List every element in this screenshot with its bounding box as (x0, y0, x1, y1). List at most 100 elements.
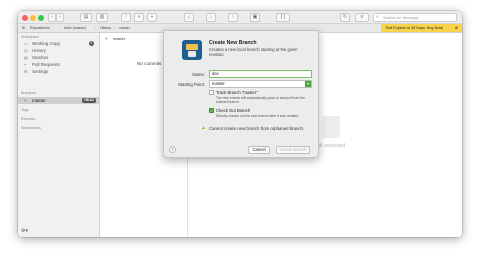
push-icon: ↑ (231, 14, 235, 20)
breadcrumb-repo[interactable]: hello (master) (64, 24, 86, 32)
commit-icon: ↑ (124, 14, 128, 20)
code-button[interactable]: { } (276, 13, 290, 22)
pull-icon: ↓ (209, 14, 213, 20)
track-branch-description: The new branch will automatically push t… (216, 96, 305, 105)
columns-icon: ▥ (99, 14, 105, 20)
starting-point-select[interactable]: master ▾ (209, 80, 312, 88)
branch-icon: ⑂ (24, 98, 27, 103)
settings-gear-icon[interactable]: ⚙▾ (21, 228, 28, 234)
zoom-window-button[interactable] (38, 14, 44, 21)
breadcrumb-branch[interactable]: master (119, 24, 130, 32)
branch-name-field[interactable]: dev (209, 70, 312, 78)
sidebar-item-stashes[interactable]: ▤ Stashes (24, 54, 100, 61)
sidebar-item-label: Pull Requests (32, 62, 60, 67)
box-icon: ▤ (24, 55, 28, 60)
sidebar: Workspace ▭ Working Copy 5 ◷ History ▤ Stas… (18, 33, 100, 237)
checkmark-icon: ✓ (210, 108, 214, 113)
starting-point-value: master (212, 81, 225, 86)
sidebar-item-working-copy[interactable]: ▭ Working Copy 5 (24, 40, 100, 47)
help-button[interactable]: ? (169, 146, 176, 153)
chevron-right-icon: › (114, 26, 116, 30)
breadcrumb-repositories[interactable]: Repositories (30, 24, 50, 32)
push-button[interactable]: ↑ (228, 13, 238, 22)
empty-list-text: No commits (137, 61, 162, 66)
create-branch-button[interactable]: Create Branch (276, 146, 310, 154)
pull-button[interactable]: ↓ (206, 13, 216, 22)
create-branch-label: Create Branch (279, 147, 307, 152)
filter-icon: ≡ (360, 14, 364, 20)
list-header: master (113, 36, 126, 41)
change-count-badge: 5 (89, 41, 94, 46)
sidebar-item-label: master (32, 98, 46, 103)
name-label: Name: (192, 72, 205, 77)
warning-text: Cannot create new branch from orphaned b… (209, 126, 305, 131)
starting-point-label: Starting Point: (178, 82, 205, 87)
branch-button[interactable]: ⑂ (134, 13, 144, 22)
sidebar-item-label: Stashes (32, 55, 49, 60)
branch-icon: ⑂ (137, 14, 141, 20)
sidebar-item-master[interactable]: ⑂ master HEAD (18, 97, 99, 104)
code-icon: { } (280, 14, 286, 20)
document-icon (322, 116, 340, 138)
chevron-left-icon: ‹ (51, 14, 53, 20)
stash-icon: ▣ (252, 14, 258, 20)
merge-icon: ⑃ (150, 14, 154, 20)
sidebar-item-label: Working Copy (32, 41, 61, 46)
help-label: ? (171, 147, 174, 152)
repositories-icon: ⊞ (22, 26, 26, 30)
close-window-button[interactable] (22, 14, 28, 21)
back-button[interactable]: ‹ (48, 13, 56, 22)
checkout-branch-label: Check Out Branch (216, 108, 251, 113)
sidebar-icon: ▤ (83, 14, 89, 20)
commit-button[interactable]: ↑ (121, 13, 131, 22)
search-input[interactable]: ⌕ Search for Message (373, 13, 457, 22)
sidebar-toggle-button[interactable]: ▤ (80, 13, 92, 22)
sidebar-header-submodules: Submodules (21, 126, 41, 130)
sidebar-item-pull-requests[interactable]: ⑂ Pull Requests (24, 61, 100, 68)
warning-icon: ▲ (201, 125, 206, 131)
sidebar-item-history[interactable]: ◷ History (24, 47, 100, 54)
chevron-right-icon: › (59, 14, 61, 20)
dialog-title: Create New Branch (209, 40, 257, 46)
cancel-label: Cancel (252, 147, 266, 152)
filter-button[interactable]: ≡ (355, 13, 369, 22)
view-toggle-button[interactable]: ▥ (96, 13, 108, 22)
track-branch-label: Track Branch "master" (216, 90, 258, 95)
close-icon[interactable]: ⊗ (455, 24, 458, 32)
checkout-branch-description: Directly checks out the new branch after… (216, 114, 300, 118)
forward-button[interactable]: › (56, 13, 64, 22)
sidebar-item-label: History (32, 48, 47, 53)
working-copy-icon: ▭ (24, 41, 28, 46)
search-placeholder: Search for Message (383, 15, 419, 20)
sidebar-header-remotes: Remotes (21, 117, 36, 121)
cancel-button[interactable]: Cancel (248, 146, 270, 154)
branch-name-value: dev (212, 71, 219, 76)
sidebar-header-workspace: Workspace (21, 35, 39, 39)
merge-button[interactable]: ⑃ (147, 13, 157, 22)
sidebar-header-tags: Tags (21, 108, 29, 112)
fetch-button[interactable]: ⌂ (184, 13, 194, 22)
dialog-subtitle: Creates a new local branch starting at t… (209, 47, 298, 57)
create-branch-dialog: Create New Branch Creates a new local br… (163, 30, 319, 158)
track-branch-checkbox[interactable] (209, 90, 214, 95)
fetch-icon: ⌂ (187, 14, 191, 20)
toolbar: ‹ › ▤ ▥ ↑ ⑂ ⑃ ⌂ ↓ ↑ ▣ { } ↻ ≡ ⌕ Search f… (18, 11, 462, 24)
chevron-right-icon: › (59, 26, 61, 30)
trial-text[interactable]: Trial Expires in 28 Days. Buy Now! (385, 26, 443, 30)
chevron-right-icon: › (95, 26, 97, 30)
breadcrumb-history[interactable]: History (100, 24, 111, 32)
stash-button[interactable]: ▣ (250, 13, 260, 22)
sidebar-item-settings[interactable]: ⚙ Settings (24, 68, 100, 75)
minimize-window-button[interactable] (30, 14, 36, 21)
search-icon: ⌕ (376, 14, 379, 20)
git-app-icon (182, 40, 202, 60)
trial-banner[interactable]: Trial Expires in 28 Days. Buy Now! ⊗ (381, 24, 462, 32)
branch-icon: ⑂ (105, 36, 108, 41)
head-badge: HEAD (82, 98, 96, 103)
refresh-icon: ↻ (342, 14, 348, 20)
checkout-branch-checkbox[interactable]: ✓ (209, 108, 214, 113)
chevron-down-icon: ▾ (305, 81, 311, 87)
refresh-button[interactable]: ↻ (340, 13, 350, 22)
clock-icon: ◷ (24, 48, 28, 53)
gear-icon: ⚙ (24, 69, 28, 74)
